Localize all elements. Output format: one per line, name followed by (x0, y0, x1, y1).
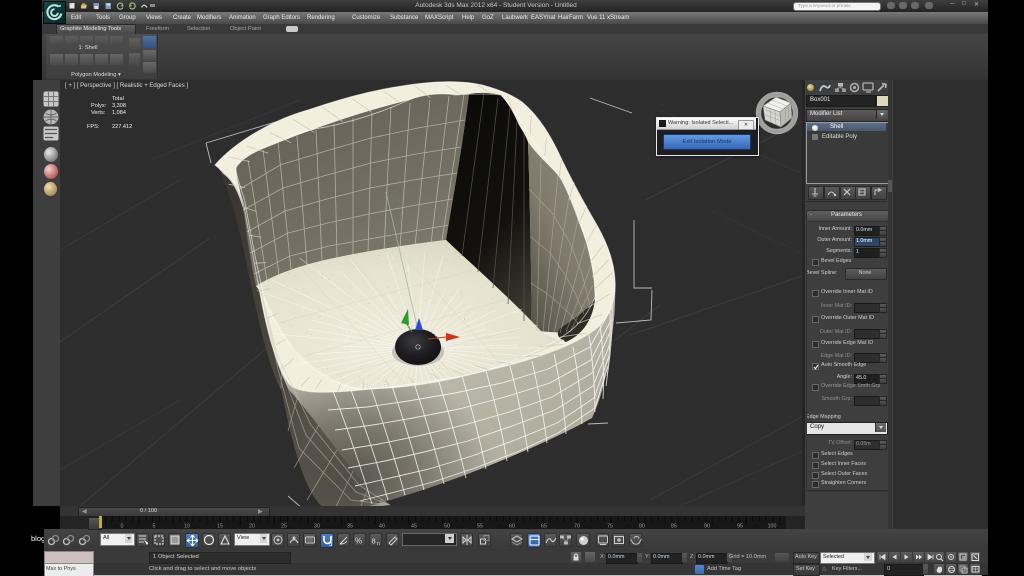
svg-text:15: 15 (217, 524, 223, 530)
svg-text:35: 35 (347, 524, 353, 530)
svg-text:8: 8 (372, 537, 376, 546)
svg-text:25: 25 (281, 524, 287, 530)
svg-text:95: 95 (737, 524, 743, 530)
svg-text:45: 45 (411, 524, 417, 530)
svg-text:5: 5 (153, 524, 156, 530)
svg-text:30: 30 (314, 524, 320, 530)
svg-text:50: 50 (444, 524, 450, 530)
svg-text:80: 80 (639, 524, 645, 530)
svg-text:%: % (355, 537, 362, 546)
svg-text:20: 20 (249, 524, 255, 530)
svg-text:65: 65 (541, 524, 547, 530)
svg-text:55: 55 (477, 524, 483, 530)
svg-text:60: 60 (509, 524, 515, 530)
svg-text:90: 90 (704, 524, 710, 530)
svg-text:n: n (377, 541, 380, 546)
svg-text:75: 75 (607, 524, 613, 530)
svg-text:0: 0 (121, 524, 124, 530)
svg-text:40: 40 (379, 524, 385, 530)
svg-text:3: 3 (329, 542, 333, 547)
svg-text:85: 85 (671, 524, 677, 530)
svg-text:100: 100 (768, 524, 777, 530)
svg-text:10: 10 (184, 524, 190, 530)
svg-text:70: 70 (574, 524, 580, 530)
